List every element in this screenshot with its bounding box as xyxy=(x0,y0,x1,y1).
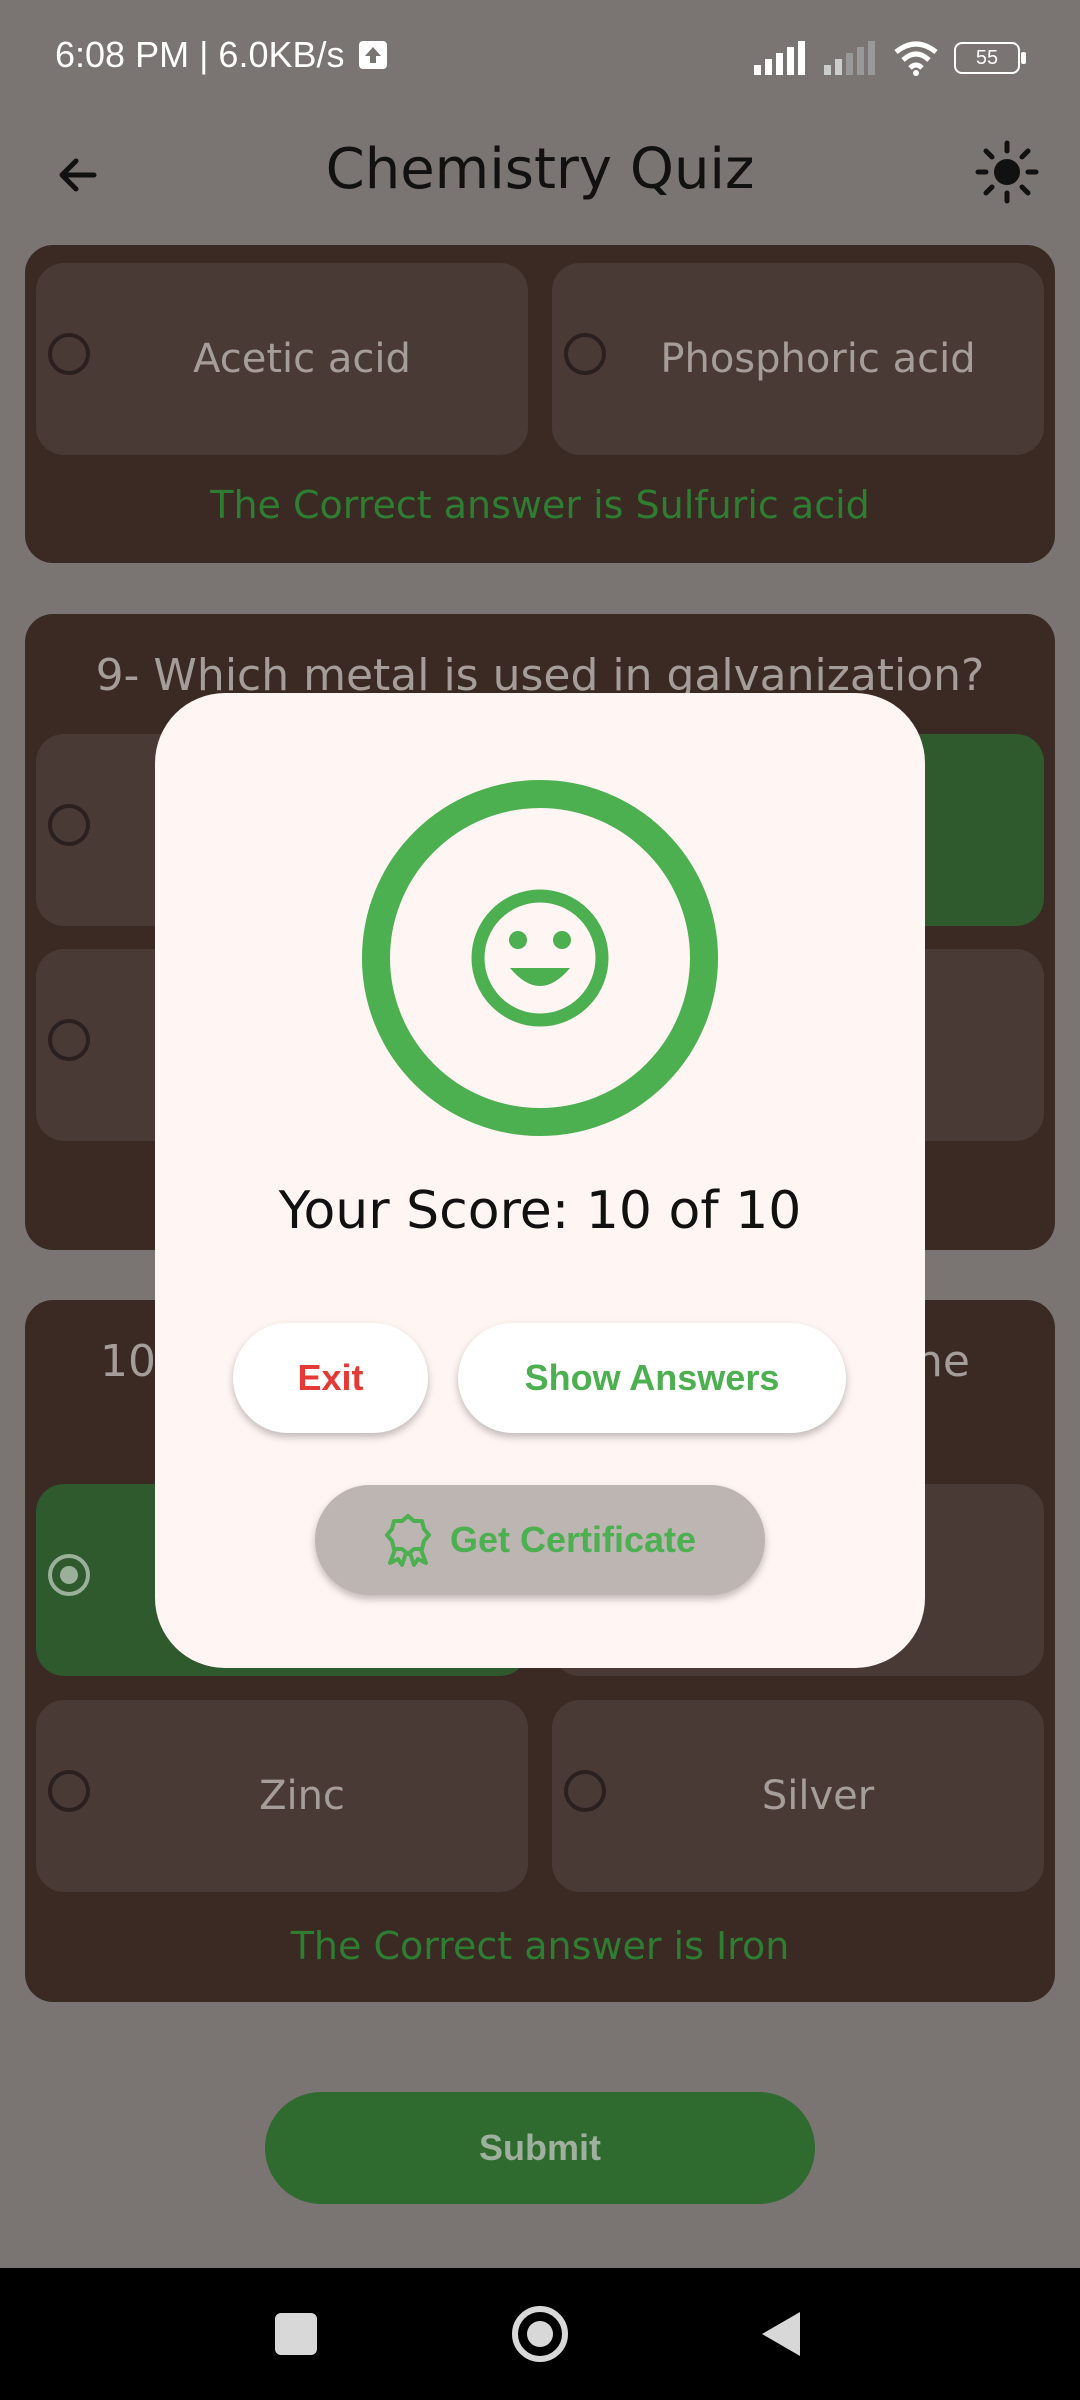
option-label: Silver xyxy=(761,1773,875,1819)
radio-button-selected[interactable] xyxy=(48,1554,90,1596)
page-title: Chemistry Quiz xyxy=(325,137,755,202)
battery-level: 55 xyxy=(975,46,999,69)
radio-button[interactable] xyxy=(48,1770,90,1812)
radio-button[interactable] xyxy=(48,333,90,375)
upload-icon xyxy=(359,41,387,69)
nav-back-button[interactable] xyxy=(762,2312,800,2356)
option-silver[interactable]: Silver xyxy=(552,1700,1044,1892)
navigation-bar xyxy=(0,2268,1080,2400)
option-label: Acetic acid xyxy=(193,336,411,382)
status-time: 6:08 PM | 6.0KB/s xyxy=(55,34,345,75)
radio-button[interactable] xyxy=(48,804,90,846)
radio-button[interactable] xyxy=(564,1770,606,1812)
status-icons: 55 xyxy=(752,38,1026,78)
status-bar: 6:08 PM | 6.0KB/s 55 xyxy=(0,0,1080,115)
recent-apps-button[interactable] xyxy=(275,2313,317,2355)
award-icon xyxy=(384,1514,431,1567)
score-text: Your Score: 10 of 10 xyxy=(278,1181,802,1241)
submit-button[interactable]: Submit xyxy=(265,2092,815,2204)
radio-button[interactable] xyxy=(564,333,606,375)
option-label: Phosphoric acid xyxy=(660,336,976,382)
show-answers-button[interactable]: Show Answers xyxy=(458,1323,846,1433)
option-label: Zinc xyxy=(259,1773,345,1819)
sun-icon[interactable] xyxy=(972,137,1042,207)
score-ring xyxy=(362,780,718,1136)
smile-icon xyxy=(471,889,609,1027)
correct-answer-text: The Correct answer is Iron xyxy=(290,1924,790,1968)
score-dialog: Your Score: 10 of 10 Exit Show Answers G… xyxy=(155,693,925,1668)
option-phosphoric-acid[interactable]: Phosphoric acid xyxy=(552,263,1044,455)
question-text-right: he xyxy=(915,1336,970,1387)
score-progress xyxy=(362,780,718,1136)
option-zinc[interactable]: Zinc xyxy=(36,1700,528,1892)
wifi-icon xyxy=(894,41,938,76)
question-card-8: Acetic acid Phosphoric acid The Correct … xyxy=(25,245,1055,563)
correct-answer-text: The Correct answer is Sulfuric acid xyxy=(210,483,870,527)
signal-icon-2 xyxy=(824,41,875,75)
signal-icon xyxy=(754,41,805,75)
option-acetic-acid[interactable]: Acetic acid xyxy=(36,263,528,455)
app-bar: Chemistry Quiz xyxy=(0,115,1080,245)
certificate-label: Get Certificate xyxy=(449,1519,697,1560)
radio-button[interactable] xyxy=(48,1019,90,1061)
home-button[interactable] xyxy=(512,2306,568,2362)
exit-button[interactable]: Exit xyxy=(233,1323,428,1433)
battery-indicator: 55 xyxy=(954,42,1026,74)
get-certificate-button[interactable]: Get Certificate xyxy=(315,1485,765,1595)
